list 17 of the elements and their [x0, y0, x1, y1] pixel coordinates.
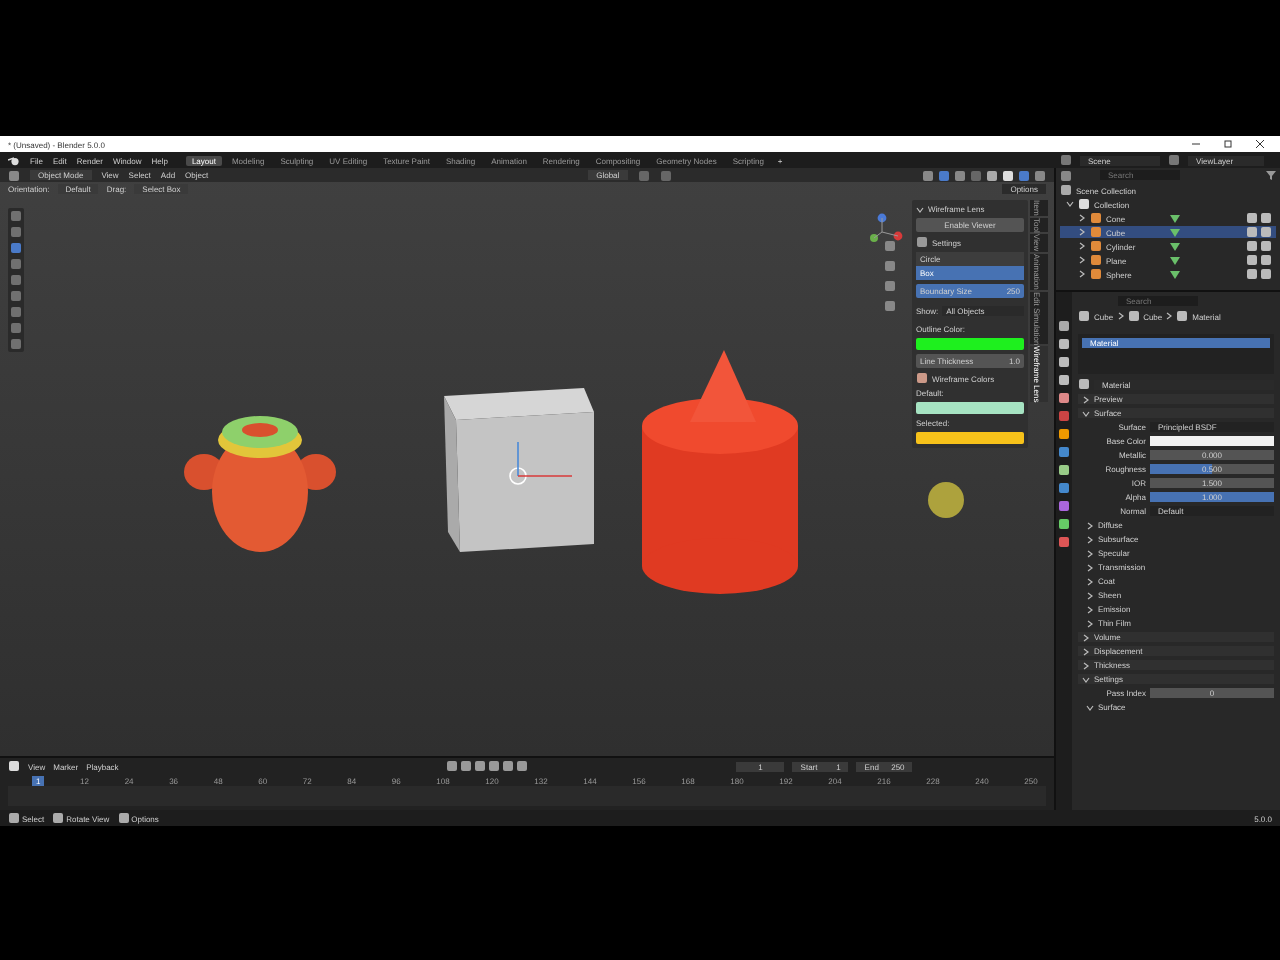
timeline-track[interactable]	[8, 786, 1046, 806]
close-icon[interactable]	[1256, 140, 1264, 148]
color-swatch[interactable]	[1150, 436, 1274, 446]
blender-logo-icon[interactable]	[8, 155, 20, 165]
disclosure-caret-icon[interactable]	[916, 205, 924, 213]
color-swatch[interactable]	[916, 338, 1024, 350]
viewport[interactable]	[0, 168, 1054, 756]
color-swatch[interactable]	[916, 402, 1024, 414]
chevron-right-icon	[1166, 312, 1173, 320]
maximize-icon[interactable]	[1224, 140, 1232, 148]
navigation-gizmo-drawing[interactable]	[870, 213, 903, 242]
minimize-icon[interactable]	[1192, 140, 1200, 148]
chevron-right-icon	[1117, 312, 1124, 320]
cursor-highlight-icon	[928, 482, 964, 518]
transform-gizmo-drawing	[509, 441, 573, 485]
color-swatch[interactable]	[916, 432, 1024, 444]
disclosure-caret-icon[interactable]	[1086, 703, 1094, 711]
